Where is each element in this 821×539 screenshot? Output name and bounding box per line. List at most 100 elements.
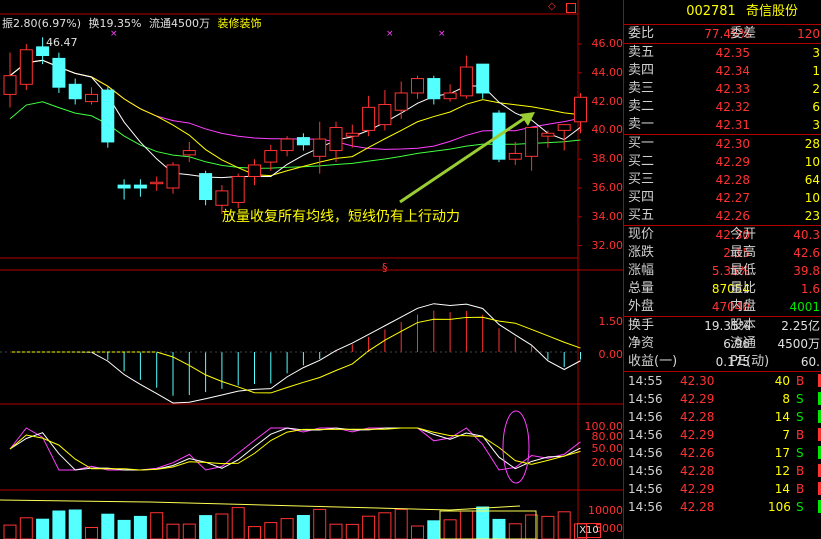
fundamentals-block: 换手 19.35% 股本 2.25亿 净资 6.96 流通 4500万 收益(一) 0.175 PE… — [624, 317, 821, 372]
volume-bar — [362, 515, 376, 539]
trade-price: 42.29 — [680, 482, 715, 496]
trade-time: 14:56 — [628, 392, 663, 406]
zoom-x10-button[interactable]: X10 — [577, 523, 601, 538]
settings-diamond-icon[interactable]: ◇ — [548, 1, 556, 12]
price-tick: 44.00 — [591, 66, 624, 79]
order-volume: 1 — [812, 64, 820, 78]
buy-level-row[interactable]: 买一 42.30 28 — [624, 135, 821, 153]
volume-bar — [411, 525, 424, 539]
candle-body — [443, 92, 457, 100]
trade-row[interactable]: 14:55 42.30 40 B — [624, 372, 821, 390]
sell-level-row[interactable]: 卖四 42.34 1 — [624, 62, 821, 80]
trade-row[interactable]: 14:56 42.29 8 S — [624, 390, 821, 408]
quote-label: 今开 — [730, 227, 757, 242]
fund-row: 净资 6.96 流通 4500万 — [624, 335, 821, 353]
candle-body — [85, 93, 98, 103]
order-level-label: 买五 — [628, 208, 655, 223]
buy-level-row[interactable]: 买二 42.29 10 — [624, 153, 821, 171]
fund-row: 收益(一) 0.175 PE(动) 60. — [624, 353, 821, 371]
trade-qty: 14 — [774, 410, 790, 424]
candle-body — [280, 138, 294, 152]
trade-price: 42.29 — [680, 428, 715, 442]
section-marker[interactable]: § — [382, 261, 388, 274]
sell-level-row[interactable]: 卖三 42.33 2 — [624, 80, 821, 98]
volume-bar — [541, 515, 555, 539]
volume-bar — [476, 506, 490, 539]
candle-body — [508, 152, 522, 160]
trade-row[interactable]: 14:56 42.28 14 S — [624, 408, 821, 426]
stock-header: 002781 奇信股份 — [624, 0, 821, 25]
trade-side: S — [796, 500, 804, 514]
candle-body — [215, 190, 229, 206]
sell-level-row[interactable]: 卖一 42.31 3 — [624, 116, 821, 134]
trade-row[interactable]: 14:56 42.28 106 S — [624, 498, 821, 516]
quote-value: 40.3 — [793, 228, 820, 242]
trade-row[interactable]: 14:56 42.29 14 B — [624, 480, 821, 498]
sell-level-row[interactable]: 卖五 42.35 3 — [624, 44, 821, 62]
sector-link[interactable]: 装修装饰 — [217, 17, 261, 30]
order-price: 42.26 — [715, 209, 750, 223]
volume-bar — [248, 526, 261, 539]
fund-label: 股本 — [730, 318, 757, 333]
price-tick: 40.00 — [591, 123, 624, 136]
order-level-label: 买一 — [628, 136, 655, 151]
quote-label: 内盘 — [730, 299, 757, 314]
price-tick: 32.00 — [591, 239, 624, 252]
stock-code[interactable]: 002781 — [686, 4, 736, 19]
volume-bar — [459, 510, 473, 539]
order-volume: 23 — [804, 209, 820, 223]
quote-label: 涨跌 — [628, 245, 655, 260]
volume-ma-line — [0, 499, 521, 511]
order-level-label: 买三 — [628, 172, 655, 187]
trade-side: S — [796, 392, 804, 406]
close-box-icon[interactable] — [566, 3, 576, 13]
trade-row[interactable]: 14:56 42.28 12 B — [624, 462, 821, 480]
trade-row[interactable]: 14:56 42.26 17 S — [624, 444, 821, 462]
trade-price: 42.28 — [680, 464, 715, 478]
price-tick: 42.00 — [591, 95, 624, 108]
order-level-label: 卖一 — [628, 117, 655, 132]
buy-level-row[interactable]: 买三 42.28 64 — [624, 171, 821, 189]
trade-qty: 8 — [782, 392, 790, 406]
fund-row: 换手 19.35% 股本 2.25亿 — [624, 317, 821, 335]
tick-trades[interactable]: 14:55 42.30 40 B 14:56 42.29 8 S 14:56 42.28 14 S 14… — [624, 372, 821, 516]
marker-x: × — [438, 29, 446, 39]
trade-row[interactable]: 14:56 42.29 7 B — [624, 426, 821, 444]
fund-label: 流通 — [730, 336, 757, 351]
trade-time: 14:56 — [628, 500, 663, 514]
kline-chart-area[interactable]: × × × 振2.80(6.97%) 换19.35% 流通4500万 装修装饰 46… — [0, 0, 623, 539]
trade-time: 14:56 — [628, 428, 663, 442]
order-price: 42.35 — [715, 46, 750, 60]
candle-body — [101, 89, 115, 143]
candle-body — [199, 173, 213, 201]
trade-price: 42.28 — [680, 410, 715, 424]
volume-bar — [280, 518, 294, 539]
volume-bar — [264, 522, 278, 539]
trade-price: 42.29 — [680, 392, 715, 406]
order-volume: 3 — [812, 46, 820, 60]
volume-bar — [166, 523, 180, 539]
candle-body — [427, 78, 441, 100]
order-level-label: 卖四 — [628, 63, 655, 78]
sell-level-row[interactable]: 卖二 42.32 6 — [624, 98, 821, 116]
volume-bar — [427, 520, 441, 539]
candle-body — [166, 164, 180, 189]
kdj-tick: 50.00 — [591, 442, 624, 455]
trade-side: B — [796, 428, 805, 442]
stock-name[interactable]: 奇信股份 — [746, 4, 798, 19]
fund-label: 换手 — [628, 318, 655, 333]
candle-body — [19, 49, 33, 85]
buy-level-row[interactable]: 买四 42.27 10 — [624, 189, 821, 207]
trade-qty: 14 — [774, 482, 790, 496]
buy-level-row[interactable]: 买五 42.26 23 — [624, 207, 821, 225]
kdj-j-line — [9, 427, 581, 471]
float-text: 流通4500万 — [148, 17, 210, 30]
order-price: 42.31 — [715, 118, 750, 132]
kdj-tick: 20.00 — [591, 456, 624, 469]
order-price: 42.32 — [715, 100, 750, 114]
macd-tick: 0.00 — [598, 348, 624, 361]
order-level-label: 卖二 — [628, 99, 655, 114]
order-level-label: 买二 — [628, 154, 655, 169]
quote-value: 42.6 — [793, 246, 820, 260]
chart-canvas[interactable]: × × × — [0, 0, 623, 539]
